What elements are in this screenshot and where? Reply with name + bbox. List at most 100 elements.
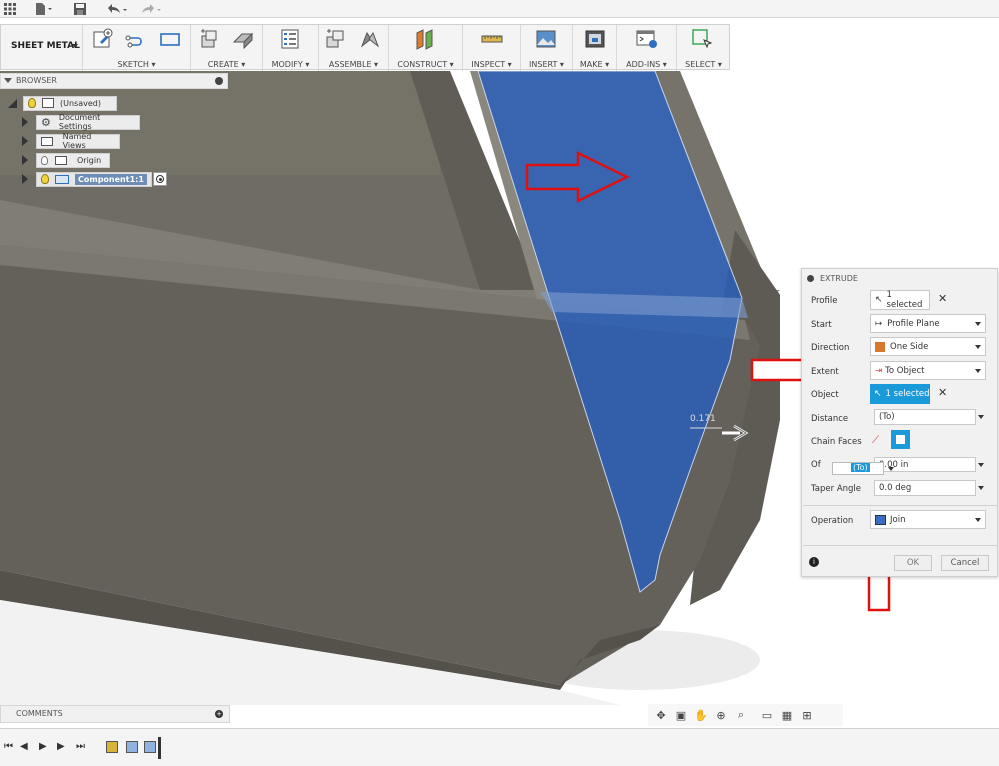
distance-field[interactable]: (To)	[874, 409, 976, 425]
sketch-group[interactable]: SKETCH ▾	[83, 25, 191, 71]
pan-icon[interactable]: ✋	[694, 708, 708, 722]
addins-label[interactable]: ADD-INS ▾	[617, 60, 676, 69]
taper-field[interactable]: 0.0 deg	[874, 480, 976, 496]
workspace-switcher[interactable]: SHEET METAL	[1, 25, 83, 71]
new-component-icon[interactable]	[198, 28, 220, 50]
collapse-dialog-icon[interactable]	[807, 274, 814, 282]
visibility-bulb-icon[interactable]	[41, 174, 49, 184]
browser-pin-icon[interactable]	[215, 77, 223, 85]
grid-settings-icon[interactable]: ▦	[780, 708, 794, 722]
cancel-button[interactable]: Cancel	[941, 555, 989, 571]
modify-list-icon[interactable]	[279, 28, 301, 50]
assemble-label[interactable]: ASSEMBLE ▾	[319, 60, 388, 69]
insert-label[interactable]: INSERT ▾	[521, 60, 572, 69]
rectangle-tool-icon[interactable]	[159, 28, 181, 50]
direction-select[interactable]: One Side	[870, 337, 986, 356]
scripts-addins-icon[interactable]	[636, 28, 658, 50]
modify-label[interactable]: MODIFY ▾	[263, 60, 318, 69]
make-group[interactable]: MAKE ▾	[573, 25, 617, 71]
select-icon[interactable]	[691, 28, 713, 50]
extent-select[interactable]: ⇥ To Object	[870, 361, 986, 380]
comments-bar[interactable]: COMMENTS +	[0, 705, 230, 723]
tree-item-box[interactable]: ⚙ Document Settings	[36, 113, 140, 131]
chain-off-icon[interactable]: ⟋	[872, 435, 879, 446]
offset-dropdown-icon[interactable]	[978, 463, 984, 467]
make-label[interactable]: MAKE ▾	[573, 60, 616, 69]
data-panel-grid-icon[interactable]	[2, 0, 18, 18]
addins-group[interactable]: ADD-INS ▾	[617, 25, 677, 71]
taper-dropdown-icon[interactable]	[978, 486, 984, 490]
expand-icon[interactable]	[22, 174, 28, 184]
profile-clear-icon[interactable]: ✕	[938, 292, 947, 305]
object-clear-icon[interactable]: ✕	[938, 386, 947, 399]
insert-group[interactable]: INSERT ▾	[521, 25, 573, 71]
visibility-bulb-icon[interactable]	[28, 98, 36, 108]
tree-item-box[interactable]: Origin	[36, 152, 110, 168]
visibility-bulb-off-icon[interactable]	[41, 155, 48, 165]
expand-icon[interactable]	[22, 136, 28, 146]
extrude-header[interactable]: EXTRUDE	[802, 269, 998, 287]
viewports-icon[interactable]: ⊞	[800, 708, 814, 722]
timeline-marker[interactable]	[158, 737, 161, 759]
dimension-value[interactable]: 0.171	[690, 414, 716, 424]
tree-item-origin[interactable]: Origin	[22, 152, 110, 168]
assemble-component-icon[interactable]	[324, 28, 346, 50]
tree-item-component[interactable]: Component1:1	[22, 171, 167, 187]
flange-icon[interactable]	[232, 28, 254, 50]
tree-item-box[interactable]: Component1:1	[36, 171, 152, 187]
zoom-icon[interactable]: ⊕	[714, 708, 728, 722]
expand-open-icon[interactable]	[8, 98, 17, 108]
look-at-icon[interactable]: ▣	[674, 708, 688, 722]
tree-root-box[interactable]: (Unsaved)	[23, 95, 117, 111]
redo-icon[interactable]	[138, 0, 164, 18]
orbit-icon[interactable]: ✥	[654, 708, 668, 722]
inspect-label[interactable]: INSPECT ▾	[463, 60, 520, 69]
object-select-button[interactable]: ↖ 1 selected	[870, 384, 930, 404]
tree-item-named-views[interactable]: Named Views	[22, 132, 120, 150]
play-icon[interactable]: ▶	[39, 741, 47, 752]
expand-icon[interactable]	[22, 155, 28, 165]
create-group[interactable]: CREATE ▾	[191, 25, 263, 71]
activate-component-icon[interactable]	[153, 172, 167, 186]
joint-icon[interactable]	[359, 28, 381, 50]
collapse-icon[interactable]	[4, 78, 12, 83]
measure-icon[interactable]	[481, 28, 503, 50]
go-to-start-icon[interactable]: ⏮	[4, 741, 13, 752]
tree-root[interactable]: (Unsaved)	[8, 95, 117, 111]
tree-item-document-settings[interactable]: ⚙ Document Settings	[22, 113, 140, 131]
step-forward-icon[interactable]: ▶	[57, 741, 65, 752]
ok-button[interactable]: OK	[894, 555, 932, 571]
profile-select-button[interactable]: ↖ 1 selected	[870, 290, 930, 310]
timeline-extrude-feature-icon[interactable]	[144, 741, 156, 753]
inspect-group[interactable]: INSPECT ▾	[463, 25, 521, 71]
distance-dropdown-icon[interactable]	[978, 415, 984, 419]
assemble-group[interactable]: ASSEMBLE ▾	[319, 25, 389, 71]
timeline-flange-feature-icon[interactable]	[126, 741, 138, 753]
modify-group[interactable]: MODIFY ▾	[263, 25, 319, 71]
select-group[interactable]: SELECT ▾	[677, 25, 730, 71]
fit-icon[interactable]: ⌕	[734, 708, 748, 722]
chain-on-button[interactable]	[891, 430, 910, 449]
step-back-icon[interactable]: ◀	[20, 741, 28, 752]
save-icon[interactable]	[72, 0, 88, 18]
offset-plane-icon[interactable]	[414, 28, 436, 50]
3d-print-icon[interactable]	[584, 28, 606, 50]
construct-group[interactable]: CONSTRUCT ▾	[389, 25, 463, 71]
add-comment-icon[interactable]: +	[215, 710, 223, 718]
create-label[interactable]: CREATE ▾	[191, 60, 262, 69]
undo-icon[interactable]	[104, 0, 130, 18]
expand-icon[interactable]	[22, 117, 28, 127]
timeline-sketch-feature-icon[interactable]	[106, 741, 118, 753]
file-menu-icon[interactable]	[32, 0, 56, 18]
construct-label[interactable]: CONSTRUCT ▾	[389, 60, 462, 69]
go-to-end-icon[interactable]: ⏭	[76, 741, 85, 752]
start-select[interactable]: ↦ Profile Plane	[870, 314, 986, 333]
display-settings-icon[interactable]: ▭	[760, 708, 774, 722]
line-tool-icon[interactable]	[125, 28, 147, 50]
tree-item-box[interactable]: Named Views	[36, 132, 120, 150]
insert-image-icon[interactable]	[535, 28, 557, 50]
sketch-label[interactable]: SKETCH ▾	[83, 60, 190, 69]
info-icon[interactable]: i	[809, 557, 819, 567]
create-sketch-icon[interactable]	[92, 28, 114, 50]
browser-header[interactable]: BROWSER	[0, 73, 228, 89]
